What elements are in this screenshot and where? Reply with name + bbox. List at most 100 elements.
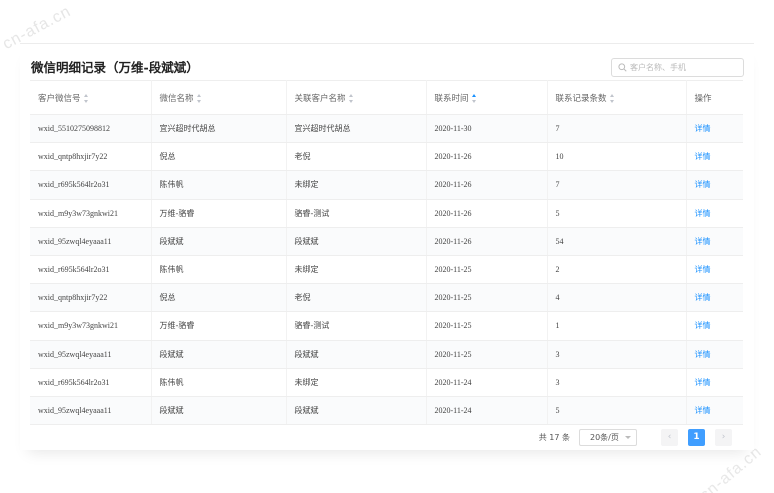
- column-header-label: 联系时间: [434, 93, 469, 104]
- detail-link[interactable]: 详情: [695, 321, 711, 330]
- card-header: 微信明细记录（万维-段斌斌）: [31, 52, 744, 78]
- sort-icon[interactable]: [196, 93, 203, 103]
- action-cell: 详情: [686, 142, 743, 172]
- search-box[interactable]: [611, 58, 744, 77]
- table-cell: 5: [547, 199, 687, 228]
- action-cell: 详情: [686, 227, 743, 256]
- column-header[interactable]: 联系记录条数: [547, 80, 687, 115]
- table-cell: 段斌斌: [151, 340, 287, 369]
- table-cell: 2: [547, 255, 687, 285]
- column-header-label: 联系记录条数: [555, 93, 607, 104]
- table-cell: 陈伟帆: [151, 170, 287, 200]
- table-cell: 宜兴超时代胡总: [151, 114, 287, 144]
- page-title: 微信明细记录（万维-段斌斌）: [31, 60, 199, 75]
- table-cell: 2020-11-25: [426, 255, 548, 285]
- detail-link[interactable]: 详情: [695, 124, 711, 133]
- table-cell: wxid_95zwql4eyaaa11: [30, 396, 152, 426]
- table-cell: 2020-11-26: [426, 170, 548, 200]
- action-cell: 详情: [686, 340, 743, 369]
- table-row: wxid_95zwql4eyaaa11 段斌斌 段斌斌 2020-11-26 54 详情: [30, 227, 743, 256]
- table-cell: 10: [547, 142, 687, 172]
- page-size-value: 20条/页: [590, 432, 619, 442]
- table-row: wxid_m9y3w73gnkwi21 万维-骆睿 骆睿-测试 2020-11-26 5…: [30, 199, 743, 228]
- table-cell: 万维-骆睿: [151, 199, 287, 228]
- table-cell: 2020-11-25: [426, 311, 548, 341]
- table-cell: 1: [547, 311, 687, 341]
- records-table: 客户微信号 微信名称 关联客户名称 联系时间 联系记录条数 操作 wxid_5510275…: [30, 80, 743, 426]
- column-header-label: 微信名称: [159, 93, 194, 104]
- table-cell: 未绑定: [286, 255, 427, 285]
- table-cell: 4: [547, 283, 687, 313]
- table-cell: 2020-11-26: [426, 227, 548, 256]
- table-cell: wxid_5510275098812: [30, 114, 152, 144]
- detail-link[interactable]: 详情: [695, 265, 711, 274]
- column-header[interactable]: 关联客户名称: [286, 80, 427, 115]
- column-header-label: 客户微信号: [38, 93, 81, 104]
- column-header[interactable]: 客户微信号: [30, 80, 152, 115]
- action-cell: 详情: [686, 283, 743, 313]
- detail-link[interactable]: 详情: [695, 209, 711, 218]
- table-cell: 7: [547, 170, 687, 200]
- table-cell: 未绑定: [286, 170, 427, 200]
- table-cell: 骆睿-测试: [286, 199, 427, 228]
- pagination: 共 17 条 20条/页 ‹ 1 ›: [539, 428, 732, 446]
- table-cell: wxid_m9y3w73gnkwi21: [30, 199, 152, 228]
- detail-link[interactable]: 详情: [695, 152, 711, 161]
- table-cell: 倪总: [151, 142, 287, 172]
- table-row: wxid_95zwql4eyaaa11 段斌斌 段斌斌 2020-11-24 5 详情: [30, 396, 743, 426]
- page-size-select[interactable]: 20条/页: [579, 428, 637, 446]
- sort-icon[interactable]: [348, 93, 355, 103]
- sort-icon[interactable]: [609, 93, 616, 103]
- detail-link[interactable]: 详情: [695, 180, 711, 189]
- column-header: 操作: [686, 80, 743, 115]
- page-number-button[interactable]: 1: [688, 428, 705, 446]
- table-cell: 宜兴超时代胡总: [286, 114, 427, 144]
- table-cell: 段斌斌: [286, 340, 427, 369]
- prev-page-button[interactable]: ‹: [661, 428, 678, 446]
- action-cell: 详情: [686, 170, 743, 200]
- action-cell: 详情: [686, 255, 743, 285]
- table-row: wxid_5510275098812 宜兴超时代胡总 宜兴超时代胡总 2020-11-…: [30, 114, 743, 144]
- sort-icon[interactable]: [471, 93, 478, 103]
- action-cell: 详情: [686, 311, 743, 341]
- table-row: wxid_r695k564lr2o31 陈伟帆 未绑定 2020-11-24 3 详情: [30, 368, 743, 397]
- table-cell: 2020-11-26: [426, 199, 548, 228]
- table-cell: wxid_m9y3w73gnkwi21: [30, 311, 152, 341]
- table-cell: 老倪: [286, 283, 427, 313]
- detail-link[interactable]: 详情: [695, 406, 711, 415]
- detail-link[interactable]: 详情: [695, 350, 711, 359]
- table-cell: 段斌斌: [151, 396, 287, 426]
- table-cell: wxid_95zwql4eyaaa11: [30, 340, 152, 369]
- action-cell: 详情: [686, 368, 743, 397]
- table-cell: wxid_qntp8hxjir7y22: [30, 283, 152, 313]
- table-cell: 5: [547, 396, 687, 426]
- table-header-row: 客户微信号 微信名称 关联客户名称 联系时间 联系记录条数 操作: [30, 80, 743, 115]
- table-cell: 54: [547, 227, 687, 256]
- chevron-down-icon: [625, 435, 631, 439]
- table-cell: 2020-11-30: [426, 114, 548, 144]
- search-input[interactable]: [630, 63, 740, 72]
- table-body: wxid_5510275098812 宜兴超时代胡总 宜兴超时代胡总 2020-11-…: [30, 114, 743, 426]
- table-cell: 骆睿-测试: [286, 311, 427, 341]
- column-header[interactable]: 微信名称: [151, 80, 287, 115]
- table-cell: 段斌斌: [151, 227, 287, 256]
- table-cell: 2020-11-26: [426, 142, 548, 172]
- table-row: wxid_r695k564lr2o31 陈伟帆 未绑定 2020-11-25 2 详情: [30, 255, 743, 285]
- table-row: wxid_m9y3w73gnkwi21 万维-骆睿 骆睿-测试 2020-11-25 1…: [30, 311, 743, 341]
- table-cell: 3: [547, 340, 687, 369]
- detail-link[interactable]: 详情: [695, 237, 711, 246]
- detail-link[interactable]: 详情: [695, 293, 711, 302]
- table-row: wxid_qntp8hxjir7y22 倪总 老倪 2020-11-25 4 详情: [30, 283, 743, 313]
- sort-icon[interactable]: [83, 93, 90, 103]
- detail-link[interactable]: 详情: [695, 378, 711, 387]
- next-page-button[interactable]: ›: [715, 428, 732, 446]
- table-cell: wxid_r695k564lr2o31: [30, 368, 152, 397]
- search-icon: [618, 63, 627, 72]
- column-header[interactable]: 联系时间: [426, 80, 548, 115]
- table-cell: 3: [547, 368, 687, 397]
- table-cell: wxid_qntp8hxjir7y22: [30, 142, 152, 172]
- total-count: 共 17 条: [538, 432, 570, 442]
- table-cell: 2020-11-24: [426, 368, 548, 397]
- table-row: wxid_qntp8hxjir7y22 倪总 老倪 2020-11-26 10 详情: [30, 142, 743, 172]
- record-card: 微信明细记录（万维-段斌斌） 客户微信号 微信名称 关联客户名称 联系时间 联系记录条数…: [20, 43, 754, 450]
